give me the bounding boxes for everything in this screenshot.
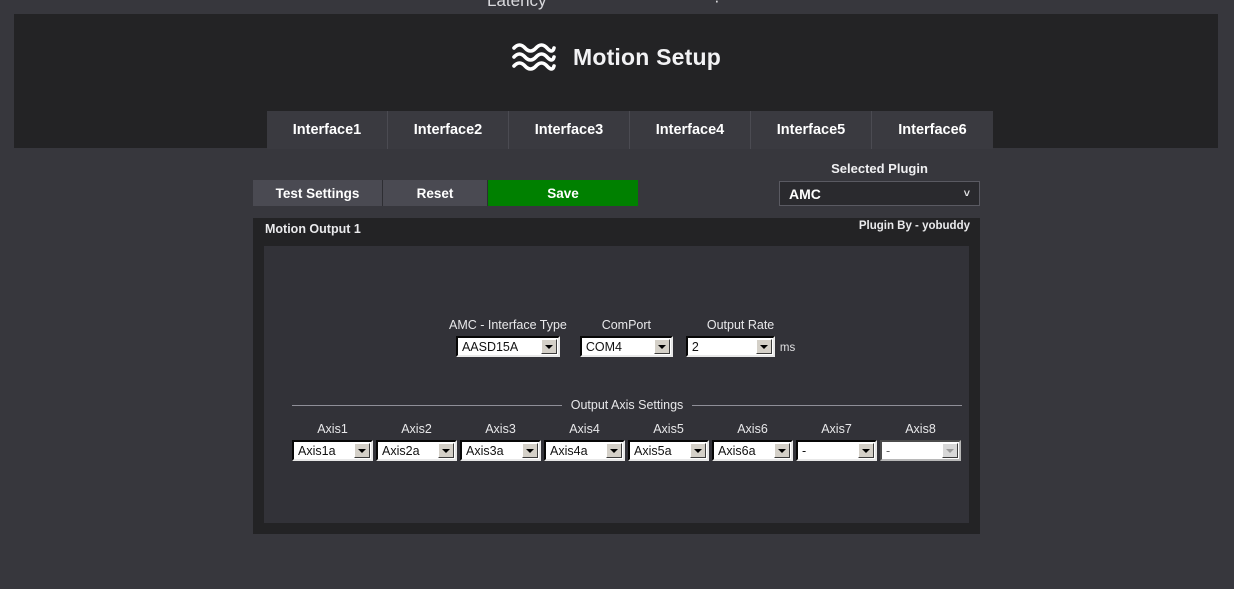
motion-output-panel: Motion Output 1 Plugin By - yobuddy AMC …	[253, 218, 980, 534]
interface-type-select[interactable]: AASD15A	[455, 336, 560, 357]
output-rate-value: 2	[691, 339, 699, 354]
header-band: Motion Setup Interface1 Interface2 Inter…	[14, 14, 1218, 149]
dropdown-arrow-icon[interactable]	[606, 443, 622, 458]
plugin-credit: Plugin By - yobuddy	[858, 220, 970, 232]
axis1-label: Axis1	[317, 422, 348, 436]
axis1-value: Axis1a	[298, 443, 336, 458]
legend-rule-left	[292, 404, 562, 406]
test-settings-button[interactable]: Test Settings	[253, 180, 383, 206]
dropdown-arrow-icon[interactable]	[653, 339, 670, 354]
axis4-field: Axis4 Axis4a	[544, 422, 625, 461]
axis8-select: -	[880, 440, 961, 461]
axis4-select[interactable]: Axis4a	[544, 440, 625, 461]
output-rate-field: Output Rate 2 ms	[685, 318, 796, 357]
axis-select-row: Axis1 Axis1a Axis2 Axis2a Axis3 Axis3a A…	[292, 422, 962, 461]
chevron-down-icon: ˅	[963, 187, 970, 200]
axis2-select[interactable]: Axis2a	[376, 440, 457, 461]
comport-select[interactable]: COM4	[579, 336, 673, 357]
dropdown-arrow-icon[interactable]	[774, 443, 790, 458]
interface-type-value: AASD15A	[461, 339, 519, 354]
save-button[interactable]: Save	[488, 180, 638, 206]
axis6-select[interactable]: Axis6a	[712, 440, 793, 461]
output-rate-unit: ms	[779, 342, 796, 354]
axis5-field: Axis5 Axis5a	[628, 422, 709, 461]
axis1-select[interactable]: Axis1a	[292, 440, 373, 461]
axis2-value: Axis2a	[382, 443, 420, 458]
axis6-field: Axis6 Axis6a	[712, 422, 793, 461]
dropdown-arrow-icon[interactable]	[690, 443, 706, 458]
axis7-value: -	[802, 443, 807, 458]
interface-type-label: AMC - Interface Type	[449, 318, 567, 332]
tab-interface4[interactable]: Interface4	[630, 111, 751, 149]
dropdown-arrow-icon[interactable]	[755, 339, 772, 354]
panel-title: Motion Output 1	[265, 222, 361, 236]
axis5-select[interactable]: Axis5a	[628, 440, 709, 461]
axis3-value: Axis3a	[466, 443, 504, 458]
dropdown-arrow-icon[interactable]	[438, 443, 454, 458]
clipped-right-label: ·	[714, 0, 720, 10]
dropdown-arrow-icon[interactable]	[858, 443, 874, 458]
app-root: Latency · Motion Setup Interface1 Interf…	[0, 0, 1234, 589]
output-rate-select[interactable]: 2	[685, 336, 775, 357]
dropdown-arrow-icon[interactable]	[354, 443, 370, 458]
selected-plugin-group: Selected Plugin AMC ˅	[779, 161, 980, 206]
legend-rule-right	[692, 404, 962, 406]
axis2-field: Axis2 Axis2a	[376, 422, 457, 461]
tab-interface2[interactable]: Interface2	[388, 111, 509, 149]
axis7-label: Axis7	[821, 422, 852, 436]
axis7-select[interactable]: -	[796, 440, 877, 461]
axis4-value: Axis4a	[550, 443, 588, 458]
tab-interface1[interactable]: Interface1	[267, 111, 388, 149]
axis2-label: Axis2	[401, 422, 432, 436]
axis4-label: Axis4	[569, 422, 600, 436]
output-rate-label: Output Rate	[706, 318, 775, 332]
device-settings-row: AMC - Interface Type AASD15A ComPort COM…	[449, 318, 795, 357]
axis3-label: Axis3	[485, 422, 516, 436]
panel-header: Motion Output 1 Plugin By - yobuddy	[253, 218, 980, 240]
selected-plugin-value: AMC	[789, 185, 821, 202]
interface-tabbar: Interface1 Interface2 Interface3 Interfa…	[267, 111, 993, 149]
action-button-row: Test Settings Reset Save	[253, 180, 638, 206]
fieldset-legend-row: Output Axis Settings	[292, 398, 962, 412]
axis5-value: Axis5a	[634, 443, 672, 458]
brand: Motion Setup	[14, 40, 1218, 74]
reset-button[interactable]: Reset	[383, 180, 488, 206]
comport-value: COM4	[585, 339, 622, 354]
axis8-value: -	[886, 443, 891, 458]
output-axis-settings-legend: Output Axis Settings	[570, 398, 684, 412]
tab-interface6[interactable]: Interface6	[872, 111, 993, 149]
axis6-label: Axis6	[737, 422, 768, 436]
axis5-label: Axis5	[653, 422, 684, 436]
tab-interface5[interactable]: Interface5	[751, 111, 872, 149]
dropdown-arrow-icon	[942, 443, 958, 458]
dropdown-arrow-icon[interactable]	[522, 443, 538, 458]
tab-interface3[interactable]: Interface3	[509, 111, 630, 149]
comport-field: ComPort COM4	[579, 318, 673, 357]
axis8-label: Axis8	[905, 422, 936, 436]
axis7-field: Axis7 -	[796, 422, 877, 461]
output-axis-settings-fieldset: Output Axis Settings Axis1 Axis1a Axis2	[292, 398, 962, 461]
clipped-top-strip: Latency ·	[0, 0, 1234, 14]
clipped-latency-label: Latency	[487, 0, 547, 10]
axis3-select[interactable]: Axis3a	[460, 440, 541, 461]
selected-plugin-label: Selected Plugin	[831, 161, 928, 176]
axis1-field: Axis1 Axis1a	[292, 422, 373, 461]
axis8-field: Axis8 -	[880, 422, 961, 461]
selected-plugin-select[interactable]: AMC ˅	[779, 181, 980, 206]
axis3-field: Axis3 Axis3a	[460, 422, 541, 461]
axis6-value: Axis6a	[718, 443, 756, 458]
dropdown-arrow-icon[interactable]	[540, 339, 557, 354]
wave-lines-icon	[511, 40, 557, 74]
interface-type-field: AMC - Interface Type AASD15A	[449, 318, 567, 357]
page-title: Motion Setup	[572, 43, 722, 70]
panel-inner-surface: AMC - Interface Type AASD15A ComPort COM…	[264, 246, 969, 523]
comport-label: ComPort	[601, 318, 652, 332]
